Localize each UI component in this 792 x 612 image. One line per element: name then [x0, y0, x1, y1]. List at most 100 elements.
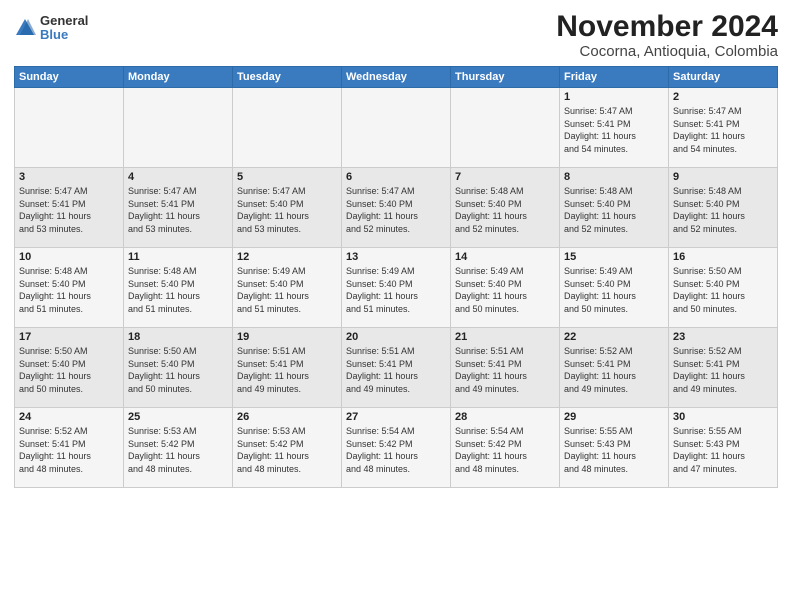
- calendar-cell-2-4: 14 Sunrise: 5:49 AM Sunset: 5:40 PM Dayli…: [451, 248, 560, 328]
- calendar-cell-4-2: 26 Sunrise: 5:53 AM Sunset: 5:42 PM Dayli…: [233, 408, 342, 488]
- calendar-cell-4-1: 25 Sunrise: 5:53 AM Sunset: 5:42 PM Dayli…: [124, 408, 233, 488]
- day-info: Sunrise: 5:48 AM Sunset: 5:40 PM Dayligh…: [673, 185, 773, 235]
- day-number: 16: [673, 251, 773, 263]
- day-info: Sunrise: 5:49 AM Sunset: 5:40 PM Dayligh…: [237, 265, 337, 315]
- day-info: Sunrise: 5:47 AM Sunset: 5:41 PM Dayligh…: [19, 185, 119, 235]
- title-block: November 2024 Cocorna, Antioquia, Colomb…: [556, 10, 778, 60]
- calendar-cell-3-0: 17 Sunrise: 5:50 AM Sunset: 5:40 PM Dayli…: [15, 328, 124, 408]
- calendar-cell-4-4: 28 Sunrise: 5:54 AM Sunset: 5:42 PM Dayli…: [451, 408, 560, 488]
- calendar-cell-3-1: 18 Sunrise: 5:50 AM Sunset: 5:40 PM Dayli…: [124, 328, 233, 408]
- day-info: Sunrise: 5:54 AM Sunset: 5:42 PM Dayligh…: [455, 425, 555, 475]
- day-number: 25: [128, 411, 228, 423]
- day-number: 1: [564, 91, 664, 103]
- calendar-cell-0-4: [451, 88, 560, 168]
- calendar-cell-2-3: 13Sunrise: 5:49 AM Sunset: 5:40 PM Dayli…: [342, 248, 451, 328]
- day-info: Sunrise: 5:50 AM Sunset: 5:40 PM Dayligh…: [673, 265, 773, 315]
- logo: General Blue: [14, 14, 88, 43]
- day-info: Sunrise: 5:55 AM Sunset: 5:43 PM Dayligh…: [673, 425, 773, 475]
- calendar-cell-1-5: 8 Sunrise: 5:48 AM Sunset: 5:40 PM Daylig…: [560, 168, 669, 248]
- col-friday: Friday: [560, 67, 669, 88]
- day-info: Sunrise: 5:47 AM Sunset: 5:41 PM Dayligh…: [564, 105, 664, 155]
- calendar-cell-0-6: 2 Sunrise: 5:47 AM Sunset: 5:41 PM Daylig…: [669, 88, 778, 168]
- page-title: November 2024: [556, 10, 778, 43]
- day-info: Sunrise: 5:53 AM Sunset: 5:42 PM Dayligh…: [237, 425, 337, 475]
- day-info: Sunrise: 5:49 AM Sunset: 5:40 PM Dayligh…: [564, 265, 664, 315]
- calendar-cell-4-6: 30 Sunrise: 5:55 AM Sunset: 5:43 PM Dayli…: [669, 408, 778, 488]
- col-tuesday: Tuesday: [233, 67, 342, 88]
- day-number: 3: [19, 171, 119, 183]
- day-number: 20: [346, 331, 446, 343]
- logo-text: General Blue: [40, 14, 88, 43]
- day-number: 27: [346, 411, 446, 423]
- calendar-cell-2-6: 16 Sunrise: 5:50 AM Sunset: 5:40 PM Dayli…: [669, 248, 778, 328]
- day-number: 11: [128, 251, 228, 263]
- day-number: 24: [19, 411, 119, 423]
- day-number: 15: [564, 251, 664, 263]
- calendar-cell-1-1: 4Sunrise: 5:47 AM Sunset: 5:41 PM Daylig…: [124, 168, 233, 248]
- day-number: 6: [346, 171, 446, 183]
- calendar-cell-2-5: 15 Sunrise: 5:49 AM Sunset: 5:40 PM Dayli…: [560, 248, 669, 328]
- week-row-2: 10 Sunrise: 5:48 AM Sunset: 5:40 PM Dayli…: [15, 248, 778, 328]
- day-info: Sunrise: 5:48 AM Sunset: 5:40 PM Dayligh…: [455, 185, 555, 235]
- calendar-cell-4-5: 29 Sunrise: 5:55 AM Sunset: 5:43 PM Dayli…: [560, 408, 669, 488]
- day-info: Sunrise: 5:48 AM Sunset: 5:40 PM Dayligh…: [19, 265, 119, 315]
- logo-blue: Blue: [40, 28, 88, 42]
- day-info: Sunrise: 5:53 AM Sunset: 5:42 PM Dayligh…: [128, 425, 228, 475]
- col-thursday: Thursday: [451, 67, 560, 88]
- day-number: 13: [346, 251, 446, 263]
- day-info: Sunrise: 5:51 AM Sunset: 5:41 PM Dayligh…: [237, 345, 337, 395]
- day-info: Sunrise: 5:51 AM Sunset: 5:41 PM Dayligh…: [455, 345, 555, 395]
- day-number: 10: [19, 251, 119, 263]
- week-row-4: 24 Sunrise: 5:52 AM Sunset: 5:41 PM Dayli…: [15, 408, 778, 488]
- day-number: 29: [564, 411, 664, 423]
- day-number: 14: [455, 251, 555, 263]
- day-info: Sunrise: 5:50 AM Sunset: 5:40 PM Dayligh…: [128, 345, 228, 395]
- calendar-cell-3-5: 22Sunrise: 5:52 AM Sunset: 5:41 PM Dayli…: [560, 328, 669, 408]
- calendar-cell-1-6: 9 Sunrise: 5:48 AM Sunset: 5:40 PM Daylig…: [669, 168, 778, 248]
- col-saturday: Saturday: [669, 67, 778, 88]
- day-info: Sunrise: 5:48 AM Sunset: 5:40 PM Dayligh…: [128, 265, 228, 315]
- day-number: 21: [455, 331, 555, 343]
- calendar-cell-2-2: 12 Sunrise: 5:49 AM Sunset: 5:40 PM Dayli…: [233, 248, 342, 328]
- day-number: 19: [237, 331, 337, 343]
- calendar-cell-0-0: [15, 88, 124, 168]
- calendar-cell-0-2: [233, 88, 342, 168]
- day-info: Sunrise: 5:48 AM Sunset: 5:40 PM Dayligh…: [564, 185, 664, 235]
- day-info: Sunrise: 5:52 AM Sunset: 5:41 PM Dayligh…: [673, 345, 773, 395]
- day-info: Sunrise: 5:47 AM Sunset: 5:40 PM Dayligh…: [346, 185, 446, 235]
- day-number: 18: [128, 331, 228, 343]
- day-info: Sunrise: 5:55 AM Sunset: 5:43 PM Dayligh…: [564, 425, 664, 475]
- calendar-cell-1-4: 7Sunrise: 5:48 AM Sunset: 5:40 PM Daylig…: [451, 168, 560, 248]
- day-number: 5: [237, 171, 337, 183]
- calendar-cell-1-0: 3 Sunrise: 5:47 AM Sunset: 5:41 PM Daylig…: [15, 168, 124, 248]
- day-info: Sunrise: 5:49 AM Sunset: 5:40 PM Dayligh…: [455, 265, 555, 315]
- calendar-table: Sunday Monday Tuesday Wednesday Thursday…: [14, 66, 778, 488]
- col-wednesday: Wednesday: [342, 67, 451, 88]
- day-number: 30: [673, 411, 773, 423]
- day-number: 17: [19, 331, 119, 343]
- day-number: 26: [237, 411, 337, 423]
- logo-icon: [14, 17, 36, 39]
- day-info: Sunrise: 5:50 AM Sunset: 5:40 PM Dayligh…: [19, 345, 119, 395]
- day-number: 12: [237, 251, 337, 263]
- calendar-cell-3-4: 21 Sunrise: 5:51 AM Sunset: 5:41 PM Dayli…: [451, 328, 560, 408]
- calendar-cell-2-1: 11 Sunrise: 5:48 AM Sunset: 5:40 PM Dayli…: [124, 248, 233, 328]
- day-number: 23: [673, 331, 773, 343]
- day-number: 9: [673, 171, 773, 183]
- calendar-cell-1-2: 5Sunrise: 5:47 AM Sunset: 5:40 PM Daylig…: [233, 168, 342, 248]
- week-row-3: 17 Sunrise: 5:50 AM Sunset: 5:40 PM Dayli…: [15, 328, 778, 408]
- day-info: Sunrise: 5:47 AM Sunset: 5:41 PM Dayligh…: [673, 105, 773, 155]
- day-number: 2: [673, 91, 773, 103]
- day-info: Sunrise: 5:54 AM Sunset: 5:42 PM Dayligh…: [346, 425, 446, 475]
- calendar-header-row: Sunday Monday Tuesday Wednesday Thursday…: [15, 67, 778, 88]
- calendar-cell-0-1: [124, 88, 233, 168]
- calendar-cell-1-3: 6 Sunrise: 5:47 AM Sunset: 5:40 PM Daylig…: [342, 168, 451, 248]
- col-monday: Monday: [124, 67, 233, 88]
- page-subtitle: Cocorna, Antioquia, Colombia: [556, 43, 778, 60]
- day-info: Sunrise: 5:52 AM Sunset: 5:41 PM Dayligh…: [19, 425, 119, 475]
- week-row-1: 3 Sunrise: 5:47 AM Sunset: 5:41 PM Daylig…: [15, 168, 778, 248]
- day-number: 28: [455, 411, 555, 423]
- calendar-cell-4-3: 27 Sunrise: 5:54 AM Sunset: 5:42 PM Dayli…: [342, 408, 451, 488]
- day-number: 8: [564, 171, 664, 183]
- calendar-cell-4-0: 24 Sunrise: 5:52 AM Sunset: 5:41 PM Dayli…: [15, 408, 124, 488]
